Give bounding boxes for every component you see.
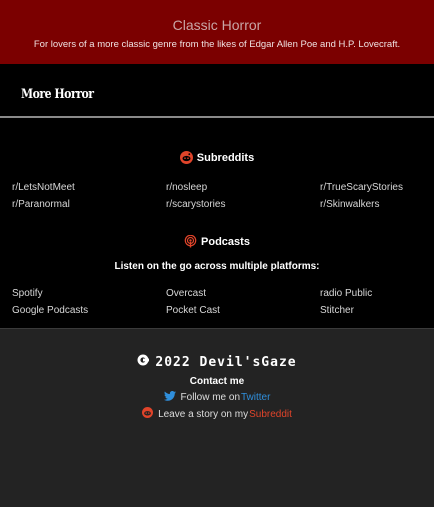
subreddit-link-nosleep[interactable]: r/nosleep xyxy=(166,181,320,194)
header-banner: Classic Horror For lovers of a more clas… xyxy=(0,0,434,64)
podcasts-heading: Podcasts xyxy=(0,234,434,248)
brand-link[interactable]: More Horror xyxy=(21,87,94,102)
main-content: Subreddits r/LetsNotMeet r/nosleep r/Tru… xyxy=(0,118,434,329)
subreddit-link-truescarystories[interactable]: r/TrueScaryStories xyxy=(320,181,434,194)
subreddit-link-paranormal[interactable]: r/Paranormal xyxy=(12,198,166,211)
reddit-line: Leave a story on my Subreddit xyxy=(0,407,434,421)
twitter-link[interactable]: Twitter xyxy=(241,392,270,403)
contact-heading: Contact me xyxy=(189,376,245,387)
subreddit-link-scarystories[interactable]: r/scarystories xyxy=(166,198,320,211)
subreddits-heading: Subreddits xyxy=(0,151,434,164)
podcast-link-spotify[interactable]: Spotify xyxy=(12,287,166,300)
podcast-icon xyxy=(184,234,197,248)
subreddits-title: Subreddits xyxy=(196,151,255,164)
podcast-links: Spotify Overcast radio Public Google Pod… xyxy=(12,287,434,317)
podcast-link-overcast[interactable]: Overcast xyxy=(166,287,320,300)
copyright-icon xyxy=(137,354,150,370)
podcasts-title: Podcasts xyxy=(201,235,250,248)
subreddit-link-letsnotmeet[interactable]: r/LetsNotMeet xyxy=(12,181,166,194)
reddit-prefix: Leave a story on my xyxy=(158,408,249,420)
copyright: 2022 Devil'sGaze xyxy=(0,354,434,370)
podcast-link-pocket-cast[interactable]: Pocket Cast xyxy=(166,304,320,317)
subreddit-link-skinwalkers[interactable]: r/Skinwalkers xyxy=(320,198,434,211)
twitter-prefix: Follow me on xyxy=(180,392,240,403)
podcast-link-radio-public[interactable]: radio Public xyxy=(320,287,434,300)
subreddit-link[interactable]: Subreddit xyxy=(249,409,292,420)
subreddit-links: r/LetsNotMeet r/nosleep r/TrueScaryStori… xyxy=(12,181,434,211)
copyright-text: 2022 Devil'sGaze xyxy=(155,354,297,370)
twitter-line: Follow me on Twitter xyxy=(0,391,434,404)
page-subtitle: For lovers of a more classic genre from … xyxy=(33,38,401,50)
podcast-link-google-podcasts[interactable]: Google Podcasts xyxy=(12,304,166,317)
twitter-icon xyxy=(163,391,176,404)
podcast-link-stitcher[interactable]: Stitcher xyxy=(320,304,434,317)
podcasts-intro: Listen on the go across multiple platfor… xyxy=(114,261,320,272)
page-title: Classic Horror xyxy=(172,16,262,33)
reddit-small-icon xyxy=(142,407,154,421)
navbar: More Horror xyxy=(0,64,434,118)
footer: 2022 Devil'sGaze Contact me Follow me on… xyxy=(0,329,434,506)
reddit-icon xyxy=(179,151,193,164)
